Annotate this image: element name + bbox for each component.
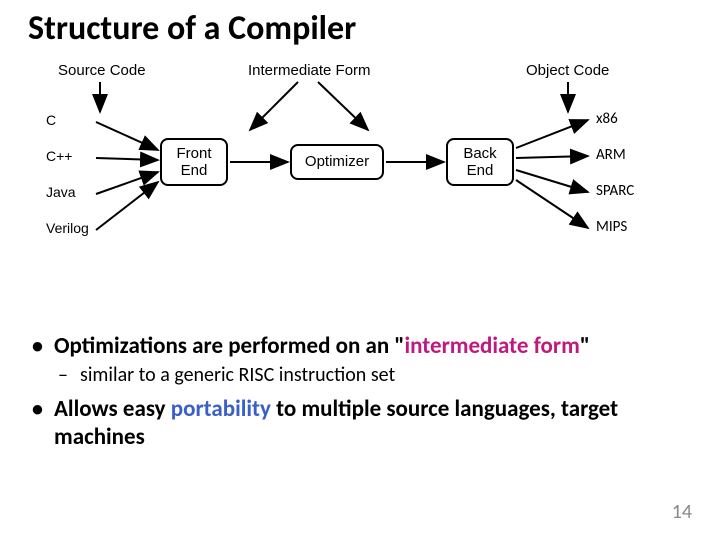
- bullet-1-pre: Optimizations are performed on an ": [54, 332, 405, 360]
- bullet-1-post: ": [580, 332, 590, 360]
- output-arm: ARM: [596, 146, 626, 164]
- output-mips: MIPS: [596, 218, 627, 236]
- stage-back-end: Back End: [446, 138, 514, 186]
- input-lang-verilog: Verilog: [46, 220, 89, 236]
- compiler-diagram: Source Code Intermediate Form Object Cod…: [40, 60, 680, 280]
- bullet-1: Optimizations are performed on an "inter…: [32, 332, 692, 387]
- bullet-1-highlight: intermediate form: [405, 332, 580, 360]
- slide-title: Structure of a Compiler: [28, 8, 356, 49]
- bullet-2-highlight: portability: [171, 395, 271, 423]
- stage-optimizer: Optimizer: [290, 144, 384, 180]
- bullet-list: Optimizations are performed on an "inter…: [32, 332, 692, 459]
- slide-number: 14: [672, 500, 692, 524]
- output-x86: x86: [596, 110, 618, 128]
- bullet-2: Allows easy portability to multiple sour…: [32, 395, 692, 451]
- input-lang-c: C: [46, 112, 56, 128]
- stage-front-end: Front End: [160, 138, 228, 186]
- label-source-code: Source Code: [58, 62, 146, 79]
- bullet-2-pre: Allows easy: [54, 395, 171, 423]
- label-object-code: Object Code: [526, 62, 609, 79]
- label-intermediate: Intermediate Form: [248, 62, 371, 79]
- input-lang-cpp: C++: [46, 148, 72, 164]
- bullet-1-sub: similar to a generic RISC instruction se…: [54, 363, 692, 387]
- output-sparc: SPARC: [596, 182, 634, 200]
- input-lang-java: Java: [46, 184, 76, 200]
